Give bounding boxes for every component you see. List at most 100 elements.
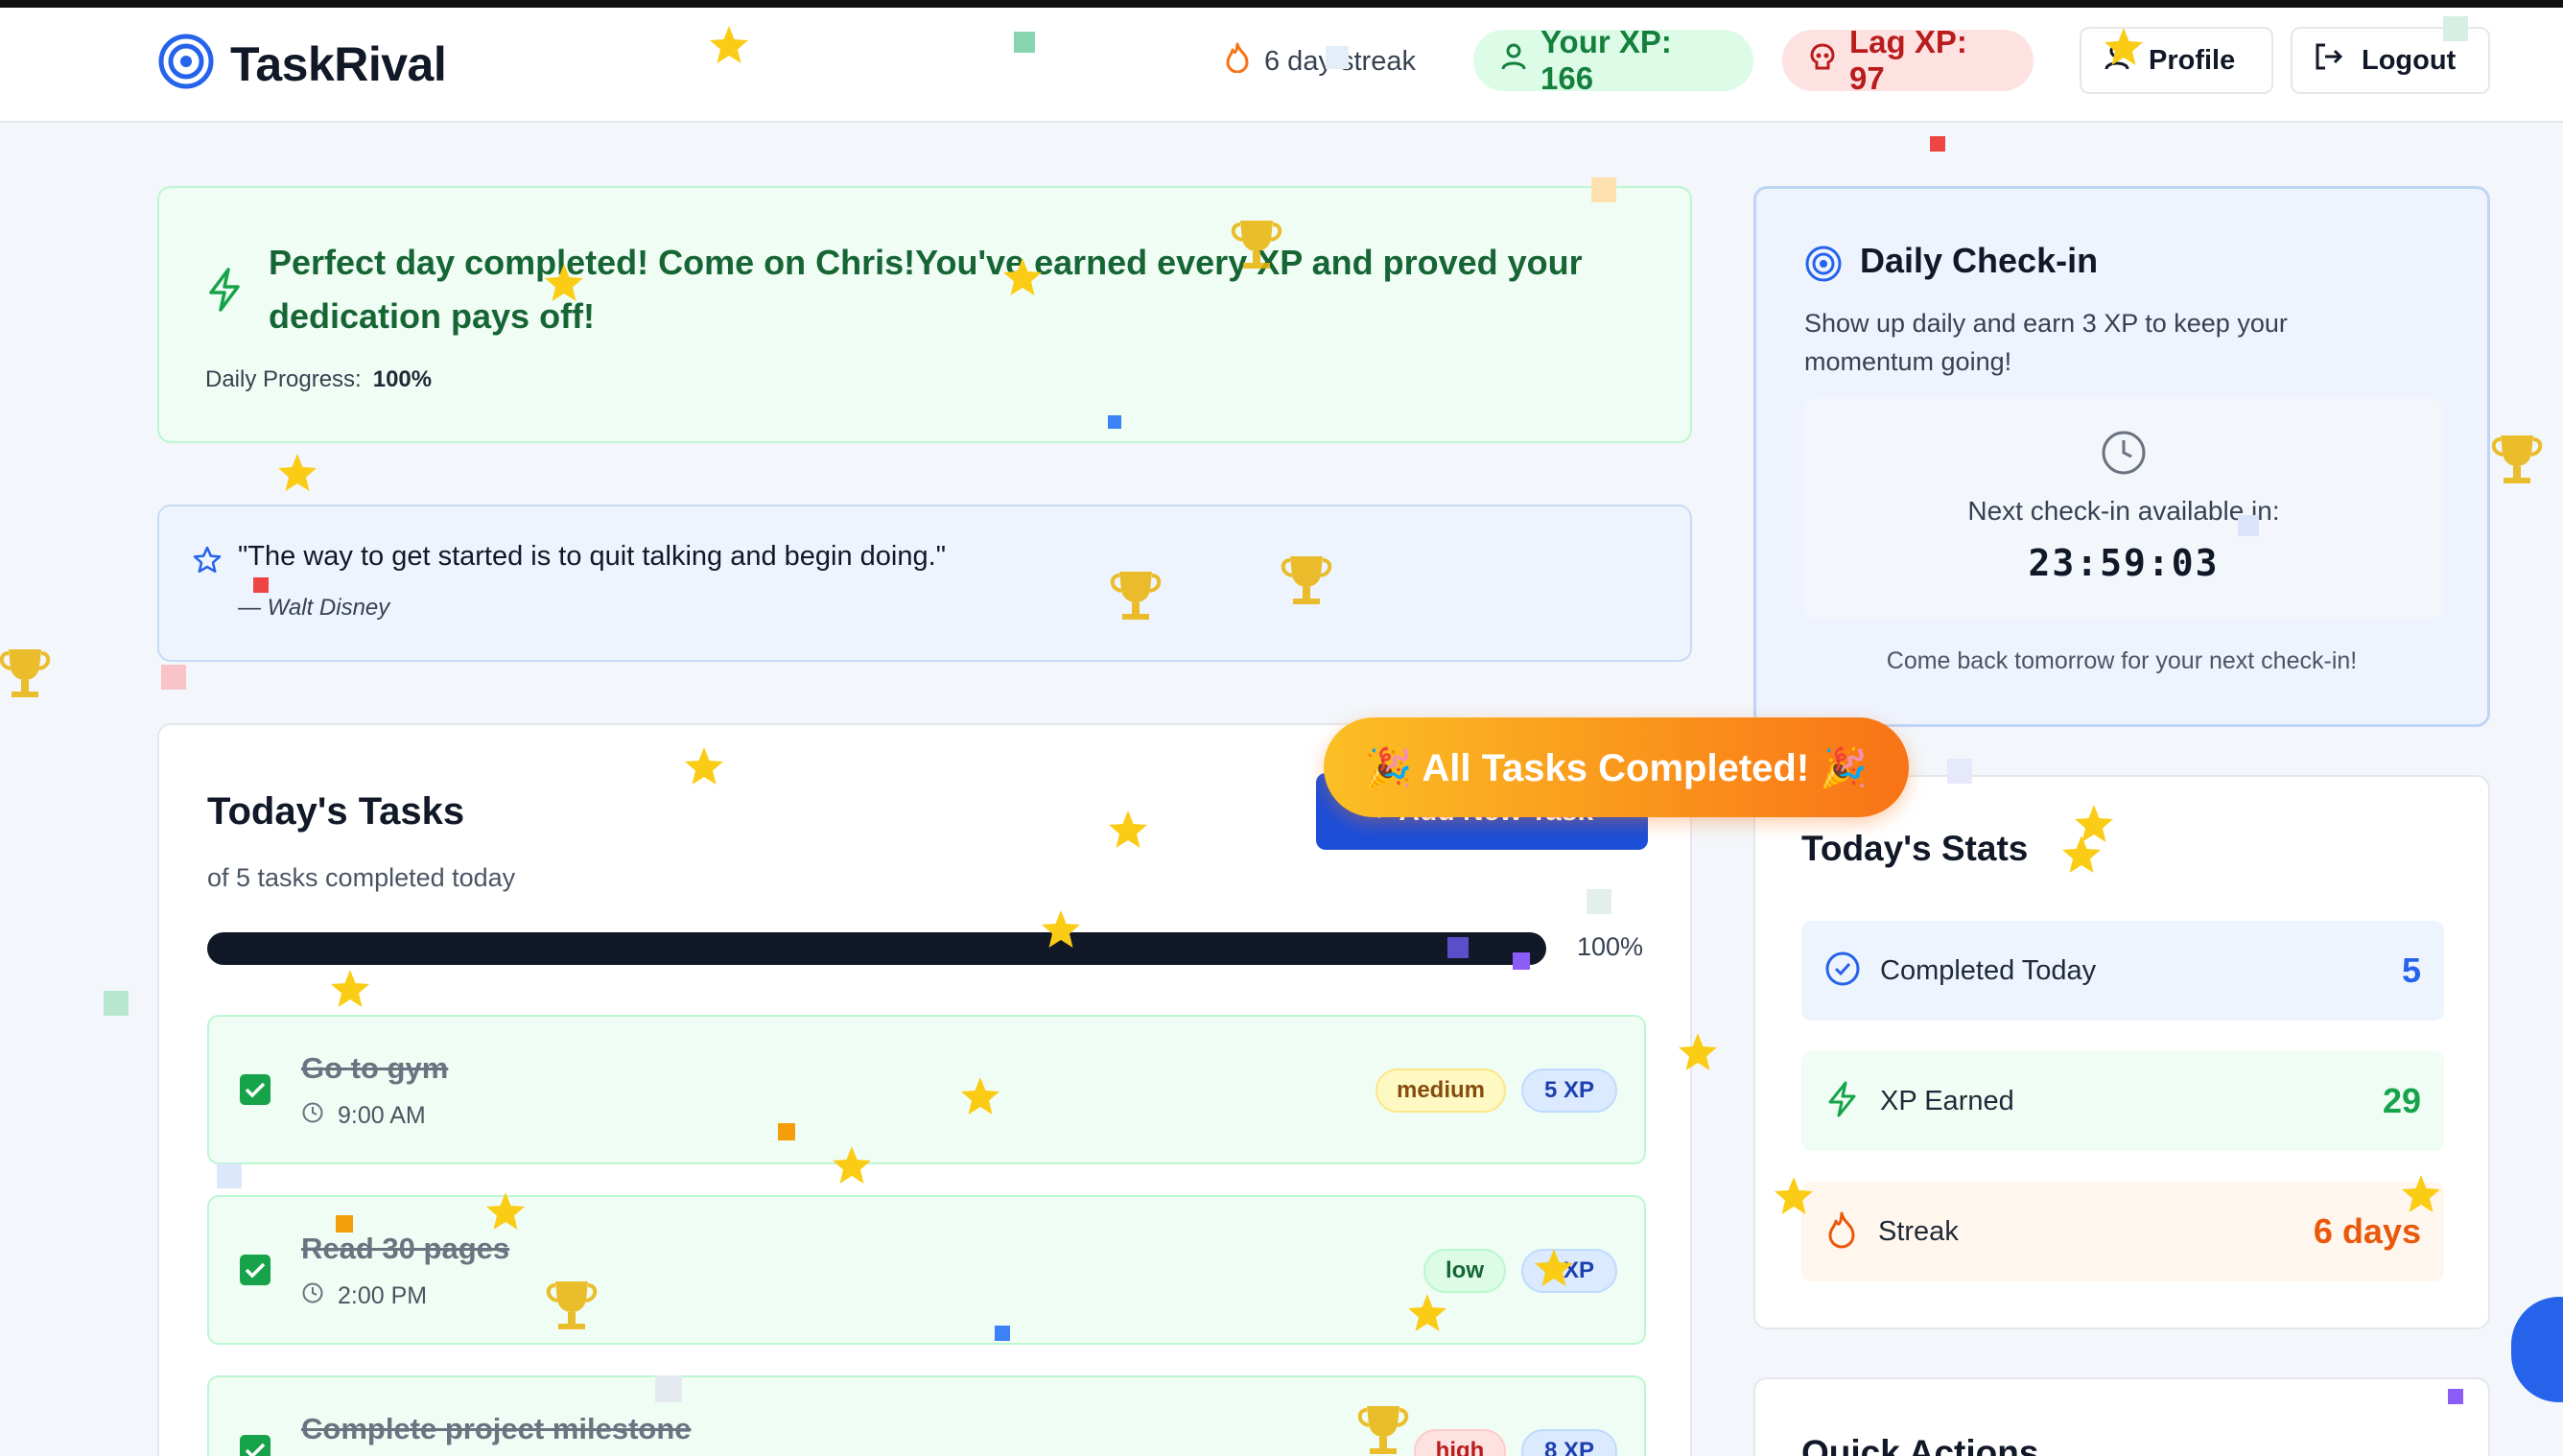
tasks-progress-bar	[207, 932, 1546, 965]
confetti-square	[1326, 46, 1349, 69]
quote-author: — Walt Disney	[238, 595, 390, 621]
confetti-square	[1947, 759, 1972, 784]
confetti-star-icon	[833, 1146, 871, 1184]
task-checkbox[interactable]	[240, 1074, 270, 1105]
task-time-text: 2:00 PM	[338, 1282, 428, 1309]
confetti-star-icon	[1003, 258, 1042, 295]
confetti-trophy-icon	[1110, 572, 1162, 620]
user-icon	[1500, 42, 1527, 79]
task-time: 2:00 PM	[301, 1281, 427, 1311]
confetti-square	[1587, 889, 1611, 914]
stat-value: 6 days	[2313, 1211, 2421, 1251]
confetti-square	[2448, 1389, 2463, 1404]
confetti-star-icon	[1679, 1033, 1717, 1070]
stat-xp-earned: XP Earned 29	[1801, 1051, 2444, 1151]
perfect-day-banner: Perfect day completed! Come on Chris!You…	[157, 186, 1692, 443]
checkin-countdown: Next check-in available in: 23:59:03	[1804, 398, 2443, 619]
confetti-square	[161, 665, 186, 690]
tasks-subtitle: of 5 tasks completed today	[207, 863, 516, 892]
confetti-star-icon	[545, 264, 583, 301]
confetti-trophy-icon	[2491, 435, 2543, 483]
lag-xp-text: Lag XP: 97	[1849, 24, 1967, 96]
confetti-star-icon	[331, 970, 369, 1007]
task-checkbox[interactable]	[240, 1255, 270, 1285]
confetti-square	[1930, 136, 1945, 152]
clock-icon	[2100, 429, 2148, 481]
priority-badge: low	[1423, 1249, 1506, 1293]
your-xp-text: Your XP: 166	[1540, 24, 1672, 96]
confetti-star-icon	[2062, 835, 2101, 873]
checkin-footer: Come back tomorrow for your next check-i…	[1886, 647, 2358, 674]
confetti-star-icon	[486, 1192, 525, 1230]
confetti-star-icon	[1109, 810, 1147, 848]
app-title: TaskRival	[230, 36, 447, 91]
confetti-square	[217, 1163, 242, 1188]
confetti-square	[1014, 32, 1035, 53]
confetti-square	[2443, 16, 2468, 41]
target-logo-icon	[157, 33, 215, 95]
stat-value: 29	[2382, 1081, 2421, 1120]
todays-tasks-card: Today's Tasks of 5 tasks completed today…	[157, 723, 1692, 1456]
stat-value: 5	[2401, 951, 2421, 990]
task-item[interactable]: Complete project milestone high 8 XP	[207, 1375, 1646, 1456]
daily-checkin-card: Daily Check-in Show up daily and earn 3 …	[1753, 186, 2490, 727]
confetti-square	[336, 1215, 353, 1233]
confetti-trophy-icon	[546, 1281, 598, 1329]
confetti-star-icon	[1408, 1294, 1446, 1331]
task-time: 9:00 AM	[301, 1101, 426, 1131]
quick-actions-title: Quick Actions	[1801, 1433, 2039, 1456]
checkin-title: Daily Check-in	[1860, 241, 2099, 280]
lightning-icon	[1824, 1080, 1861, 1123]
confetti-star-icon	[1535, 1249, 1573, 1286]
confetti-trophy-icon	[1231, 221, 1282, 269]
your-xp-badge: Your XP: 166	[1473, 24, 1753, 96]
next-checkin-label: Next check-in available in:	[1967, 496, 2280, 526]
confetti-trophy-icon	[1357, 1406, 1409, 1454]
confetti-square	[1591, 177, 1616, 202]
daily-progress-label: Daily Progress:	[205, 366, 362, 392]
task-time-text: 9:00 AM	[338, 1102, 426, 1129]
confetti-square	[253, 577, 269, 593]
lightning-icon	[205, 267, 244, 317]
top-navbar: TaskRival 6 day streak Your XP: 166 Lag …	[0, 8, 2563, 123]
stat-completed-today: Completed Today 5	[1801, 921, 2444, 1021]
confetti-star-icon	[685, 747, 723, 785]
floating-action-button[interactable]	[2511, 1297, 2563, 1402]
confetti-square	[778, 1123, 795, 1140]
flame-icon	[1824, 1210, 1859, 1254]
confetti-star-icon	[1042, 910, 1080, 948]
priority-badge: high	[1414, 1429, 1506, 1456]
lag-xp-badge: Lag XP: 97	[1782, 24, 2034, 96]
clock-icon	[301, 1281, 324, 1311]
brand[interactable]: TaskRival	[157, 33, 447, 95]
task-item[interactable]: Go to gym 9:00 AM medium 5 XP	[207, 1015, 1646, 1164]
daily-progress: Daily Progress: 100%	[205, 366, 432, 393]
stats-title: Today's Stats	[1801, 829, 2029, 868]
task-checkbox[interactable]	[240, 1435, 270, 1456]
quick-actions-card: Quick Actions	[1753, 1377, 2490, 1456]
confetti-star-icon	[1775, 1177, 1813, 1214]
skull-icon	[1809, 42, 1836, 79]
profile-label: Profile	[2149, 44, 2236, 76]
todays-stats-card: Today's Stats Completed Today 5 XP Earne…	[1753, 775, 2490, 1329]
star-outline-icon	[192, 545, 223, 580]
confetti-star-icon	[961, 1077, 999, 1115]
target-icon	[1804, 245, 1843, 288]
confetti-star-icon	[710, 26, 748, 63]
tasks-title: Today's Tasks	[207, 790, 465, 833]
logout-label: Logout	[2362, 44, 2457, 76]
logout-icon	[2314, 42, 2344, 79]
quote-text: "The way to get started is to quit talki…	[238, 541, 946, 572]
stat-label: Completed Today	[1880, 954, 2097, 986]
clock-icon	[301, 1101, 324, 1131]
checkin-timer: 23:59:03	[2028, 542, 2220, 584]
task-name: Go to gym	[301, 1051, 449, 1085]
confetti-trophy-icon	[1281, 556, 1332, 604]
xp-badge: 5 XP	[1521, 1069, 1617, 1113]
confetti-square	[1447, 937, 1469, 958]
window-top-strip	[0, 0, 2563, 8]
daily-progress-value: 100%	[372, 366, 433, 392]
confetti-star-icon	[2402, 1175, 2440, 1212]
tasks-progress-value: 100%	[1577, 932, 1644, 961]
confetti-square	[655, 1375, 682, 1402]
